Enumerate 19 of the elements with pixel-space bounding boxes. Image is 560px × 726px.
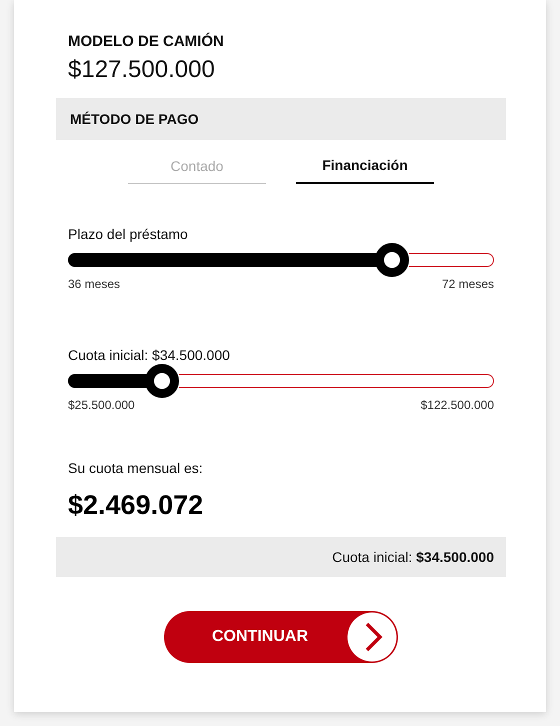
slider-track[interactable] [68,364,494,398]
section-title: MÉTODO DE PAGO [70,111,199,127]
monthly-label: Su cuota mensual es: [68,460,204,476]
range-max: $122.500.000 [420,398,494,412]
slider-track[interactable] [68,243,494,277]
payment-tab[interactable]: Financiación [296,154,434,184]
chevron-right-icon [347,612,397,662]
continue-button[interactable]: CONTINUAR [164,611,398,663]
truck-price: $127.500.000 [68,56,216,84]
range-min: 36 meses [68,277,120,291]
range-min: $25.500.000 [68,398,135,412]
range-max: 72 meses [442,277,494,291]
slider-thumb[interactable] [374,243,409,277]
monthly-amount: $2.469.072 [68,490,204,521]
slider-label: Cuota inicial: $34.500.000 [68,347,231,363]
slider-label: Plazo del préstamo [68,226,189,242]
slider-thumb[interactable] [144,364,179,398]
summary-text: Cuota inicial: $34.500.000 [332,549,494,565]
truck-model-label: MODELO DE CAMIÓN [68,33,225,50]
